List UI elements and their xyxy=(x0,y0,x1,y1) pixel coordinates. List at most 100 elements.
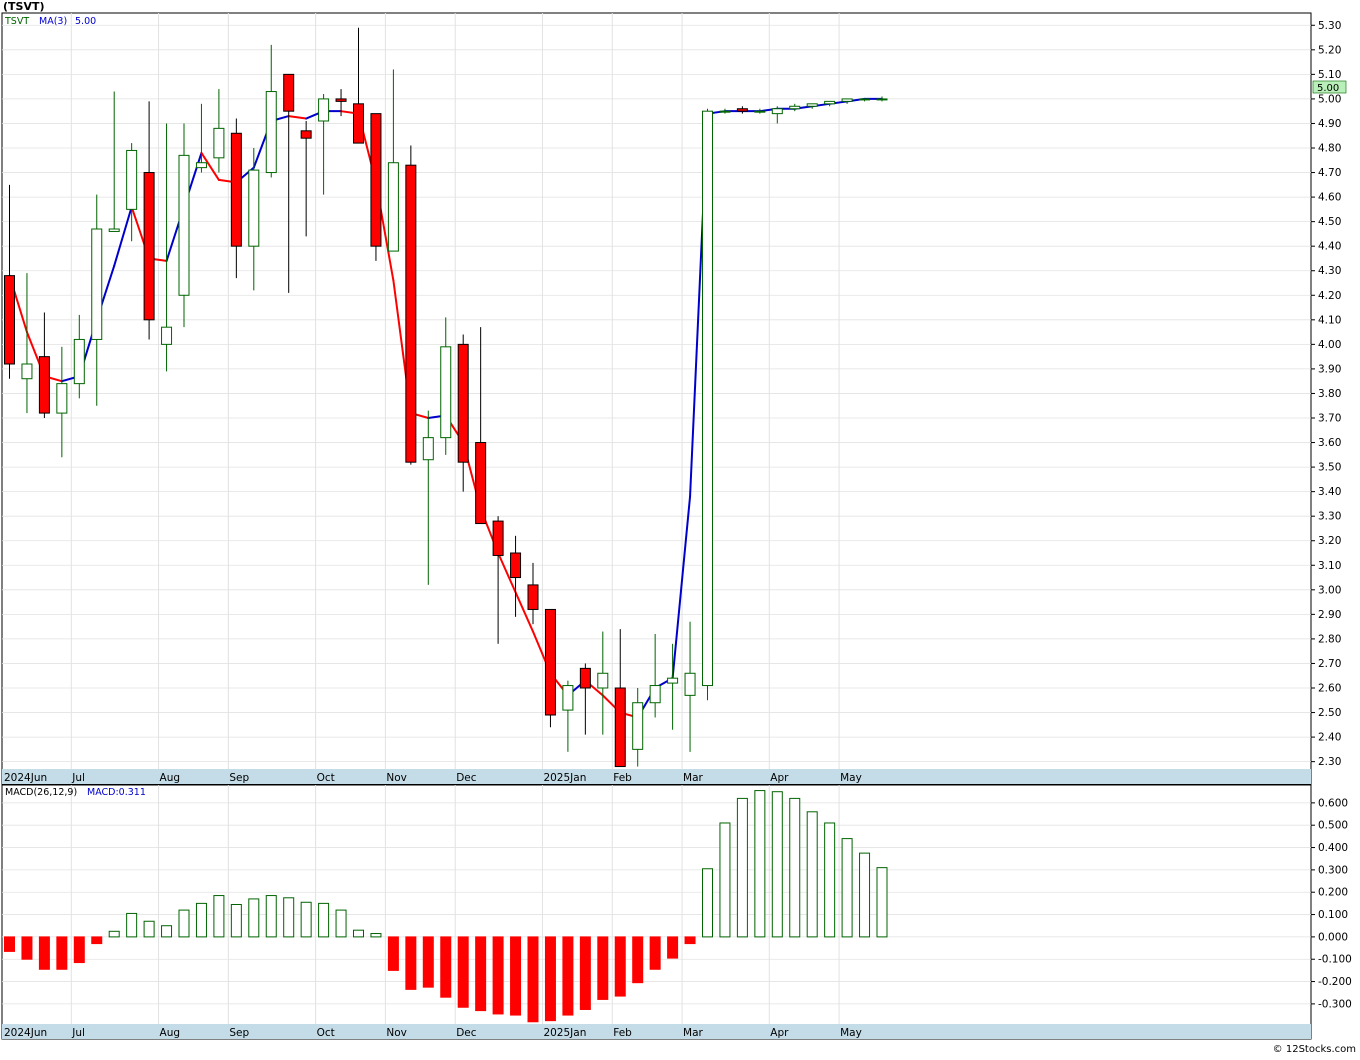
price-tick-label: 5.30 xyxy=(1318,20,1341,32)
month-label: May xyxy=(840,1027,862,1039)
macd-bar xyxy=(597,936,609,1000)
macd-bar xyxy=(562,936,574,1016)
macd-bar xyxy=(213,895,225,938)
candle-body xyxy=(824,100,836,105)
price-tick-label: 4.80 xyxy=(1318,143,1341,155)
ticker-title: (TSVT) xyxy=(3,0,45,13)
candle-body xyxy=(597,672,609,689)
macd-tick-label: -0.300 xyxy=(1318,998,1352,1010)
candle xyxy=(544,608,556,728)
price-tick-label: 3.40 xyxy=(1318,486,1341,498)
candle-body xyxy=(300,130,312,139)
price-tick-label: 2.80 xyxy=(1318,633,1341,645)
macd-bar xyxy=(510,936,522,1016)
month-label: Nov xyxy=(386,772,407,784)
macd-bar xyxy=(4,936,15,952)
macd-bar xyxy=(143,920,155,938)
price-tick-label: 3.70 xyxy=(1318,413,1341,425)
macd-bar xyxy=(318,902,330,938)
macd-bar xyxy=(283,897,295,938)
price-tick-label: 2.30 xyxy=(1318,756,1341,768)
price-tick-label: 3.60 xyxy=(1318,437,1341,449)
macd-bar xyxy=(859,852,871,938)
macd-bar xyxy=(265,895,277,938)
macd-bar xyxy=(56,936,68,970)
candle-body xyxy=(143,172,155,321)
macd-bar xyxy=(73,936,85,964)
macd-bar xyxy=(754,790,766,938)
month-label: 2024Jun xyxy=(4,1027,47,1039)
chart-canvas: 2024Jun Jul Aug Sep Oct Nov Dec 2025Jan Feb Mar Ap… xyxy=(1,0,1356,1055)
macd-bar xyxy=(841,838,853,938)
price-tick-label: 2.40 xyxy=(1318,732,1341,744)
month-label: Aug xyxy=(160,772,181,784)
candle-body xyxy=(457,343,469,463)
price-panel xyxy=(1,12,1312,785)
month-label: Feb xyxy=(613,772,632,784)
candle-body xyxy=(38,356,50,414)
macd-bar xyxy=(684,936,696,945)
macd-bar xyxy=(370,933,382,938)
month-label: Dec xyxy=(456,1027,477,1039)
price-tick-label: 4.50 xyxy=(1318,216,1341,228)
macd-bar xyxy=(38,936,50,970)
month-label: Jul xyxy=(71,772,85,784)
candle-body xyxy=(806,103,818,107)
month-label: Mar xyxy=(683,1027,703,1039)
month-label: Jul xyxy=(71,1027,85,1039)
candle-body xyxy=(771,108,783,115)
candle-body xyxy=(126,149,138,210)
candle-body xyxy=(318,98,330,122)
price-axis: 2.30 2.40 2.50 2.60 2.70 2.80 2.90 3.00 3.10 3.20… xyxy=(1311,20,1341,768)
candle-body xyxy=(213,127,225,159)
candle-body xyxy=(440,346,452,439)
macd-bar xyxy=(108,930,120,938)
month-label: Sep xyxy=(229,1027,249,1039)
price-tick-label: 2.50 xyxy=(1318,707,1341,719)
price-tick-label: 4.00 xyxy=(1318,339,1341,351)
candle-body xyxy=(405,164,417,463)
candle-body xyxy=(353,103,364,144)
price-tick-label: 4.30 xyxy=(1318,265,1341,277)
macd-bar xyxy=(649,936,661,970)
candle xyxy=(405,145,417,465)
macd-bar xyxy=(719,822,731,938)
macd-bar xyxy=(771,791,783,938)
candle-body xyxy=(335,98,347,102)
price-tick-label: 3.50 xyxy=(1318,462,1341,474)
candle-body xyxy=(579,667,591,689)
stock-chart: 2024Jun Jul Aug Sep Oct Nov Dec 2025Jan Feb Mar Ap… xyxy=(0,0,1360,1056)
candle-body xyxy=(387,162,399,252)
candle-body xyxy=(370,113,382,247)
macd-bar xyxy=(667,936,679,959)
candle-body xyxy=(562,685,574,711)
watermark: © 12Stocks.com xyxy=(1273,1044,1356,1055)
macd-tick-label: 0.400 xyxy=(1318,842,1348,854)
last-price-badge: 5.00 xyxy=(1317,83,1339,94)
month-label: Oct xyxy=(317,1027,335,1039)
candle-body xyxy=(876,98,888,101)
candle-body xyxy=(632,702,644,750)
month-label: 2025Jan xyxy=(543,1027,586,1039)
price-tick-label: 4.90 xyxy=(1318,118,1341,130)
macd-bar xyxy=(195,902,207,938)
candle-body xyxy=(422,437,434,461)
price-tick-label: 4.20 xyxy=(1318,290,1341,302)
month-label: Dec xyxy=(456,772,477,784)
macd-bar xyxy=(492,936,504,1015)
candle-body xyxy=(475,442,487,525)
price-tick-label: 3.00 xyxy=(1318,584,1341,596)
macd-bar xyxy=(387,936,399,971)
macd-bar xyxy=(702,868,713,938)
candle-body xyxy=(91,228,103,340)
candle-body xyxy=(510,552,522,579)
month-label: Aug xyxy=(160,1027,181,1039)
month-label: Apr xyxy=(770,772,789,784)
macd-bar xyxy=(876,867,888,938)
macd-bar xyxy=(126,912,138,938)
price-tick-label: 3.30 xyxy=(1318,511,1341,523)
candle xyxy=(702,108,713,701)
macd-bar xyxy=(248,898,260,938)
macd-axis: -0.300 -0.200 -0.100 0.000 0.100 0.200 0.300 0.… xyxy=(1311,797,1352,1010)
candle-body xyxy=(161,326,173,345)
